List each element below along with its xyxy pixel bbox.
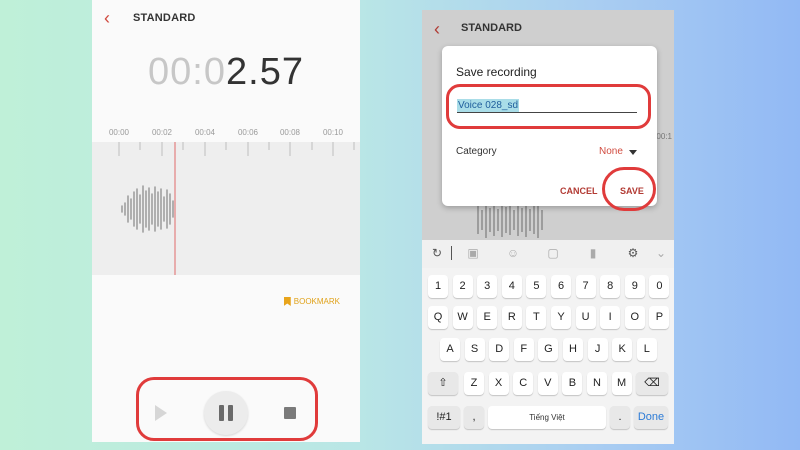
stop-icon[interactable] [284,407,296,419]
key[interactable]: 2 [452,275,473,298]
key[interactable]: I [600,306,621,329]
key[interactable]: Q [428,306,448,329]
key[interactable]: K [612,338,633,361]
key[interactable]: O [624,306,645,329]
key[interactable]: N [587,372,607,395]
key[interactable]: L [636,338,657,361]
key[interactable]: Y [551,306,571,329]
bookmark-label: BOOKMARK [293,297,340,306]
key[interactable]: S [464,338,485,361]
category-label: Category [456,146,497,157]
cancel-button[interactable]: CANCEL [560,186,598,196]
image-icon[interactable]: ▣ [466,246,480,260]
bookmark-button[interactable]: BOOKMARK [283,297,340,306]
tick-label: 00:06 [237,128,259,137]
key[interactable]: E [477,306,498,329]
tick-label: 00:08 [279,128,301,137]
mic-icon[interactable]: ▮ [586,246,600,260]
timeline-ticks: 00:00 00:02 00:04 00:06 00:08 00:10 [92,128,360,142]
key[interactable]: X [488,372,509,395]
key[interactable]: 3 [477,275,498,298]
chevron-down-icon[interactable]: ⌄ [654,246,668,260]
emoji-icon[interactable]: ☺ [506,246,520,260]
dropdown-arrow-icon[interactable] [629,150,637,155]
bookmark-icon [283,297,291,306]
symbols-key[interactable]: !#1 [428,406,460,429]
key[interactable]: W [452,306,473,329]
waveform-graphic [118,142,355,275]
tick-label: 00:02 [151,128,173,137]
dialog-title: Save recording [456,65,537,79]
page-title: STANDARD [133,12,196,24]
play-icon[interactable] [155,405,167,421]
backspace-icon[interactable]: ⌫ [636,372,668,395]
keyboard-toolbar: ↻ ▣ ☺ ▢ ▮ ⚙ ⌄ [422,240,674,268]
key[interactable]: P [649,306,670,329]
elapsed-timer: 00:02.57 [92,50,360,94]
key[interactable]: D [489,338,510,361]
key[interactable]: A [440,338,460,361]
toolbar-divider [451,246,452,260]
tick-label: 00:00 [108,128,130,137]
key[interactable]: 1 [428,275,448,298]
top-bar: ‹ STANDARD [92,0,360,36]
key[interactable]: U [575,306,596,329]
key[interactable]: B [562,372,583,395]
key[interactable]: M [611,372,632,395]
key[interactable]: C [513,372,534,395]
period-key[interactable]: . [610,406,630,429]
comma-key[interactable]: , [464,406,484,429]
done-key[interactable]: Done [634,406,668,429]
save-button[interactable]: SAVE [620,186,644,196]
key[interactable]: 8 [600,275,621,298]
pause-button[interactable] [204,391,248,435]
timer-main-part: 2.57 [226,51,304,93]
tick-label: 00:10 [322,128,344,137]
key[interactable]: 4 [501,275,522,298]
space-key[interactable]: Tiếng Việt [488,406,606,429]
sticker-icon[interactable]: ▢ [546,246,560,260]
key[interactable]: G [538,338,559,361]
key[interactable]: 6 [551,275,571,298]
tick-label: 00:1 [656,132,672,141]
handwriting-icon[interactable]: ↻ [430,246,444,260]
save-recording-dialog: Save recording Voice 028_sd Category Non… [442,46,657,211]
tick-label: 00:04 [194,128,216,137]
waveform-area[interactable] [92,142,360,275]
recorder-screen: ‹ STANDARD 00:02.57 00:00 00:02 00:04 00… [92,0,360,442]
gear-icon[interactable]: ⚙ [626,246,640,260]
back-icon[interactable]: ‹ [434,19,440,40]
key[interactable]: Z [464,372,484,395]
recording-name-value: Voice 028_sd [457,99,520,112]
key[interactable]: R [501,306,522,329]
recording-name-input[interactable]: Voice 028_sd [457,95,637,113]
back-icon[interactable]: ‹ [104,9,116,27]
timer-dim-part: 00:0 [148,51,226,93]
key[interactable]: F [513,338,534,361]
key[interactable]: 9 [624,275,645,298]
page-title: STANDARD [461,22,522,34]
key[interactable]: H [563,338,583,361]
key[interactable]: 7 [575,275,596,298]
category-select[interactable]: None [599,146,623,157]
key[interactable]: 0 [649,275,670,298]
key[interactable]: V [537,372,558,395]
save-dialog-screen: ‹ STANDARD 00:1 Save recording Voice 028… [422,10,674,444]
key[interactable]: T [526,306,547,329]
key[interactable]: 5 [526,275,547,298]
shift-icon[interactable]: ⇧ [428,372,458,395]
key[interactable]: J [587,338,608,361]
